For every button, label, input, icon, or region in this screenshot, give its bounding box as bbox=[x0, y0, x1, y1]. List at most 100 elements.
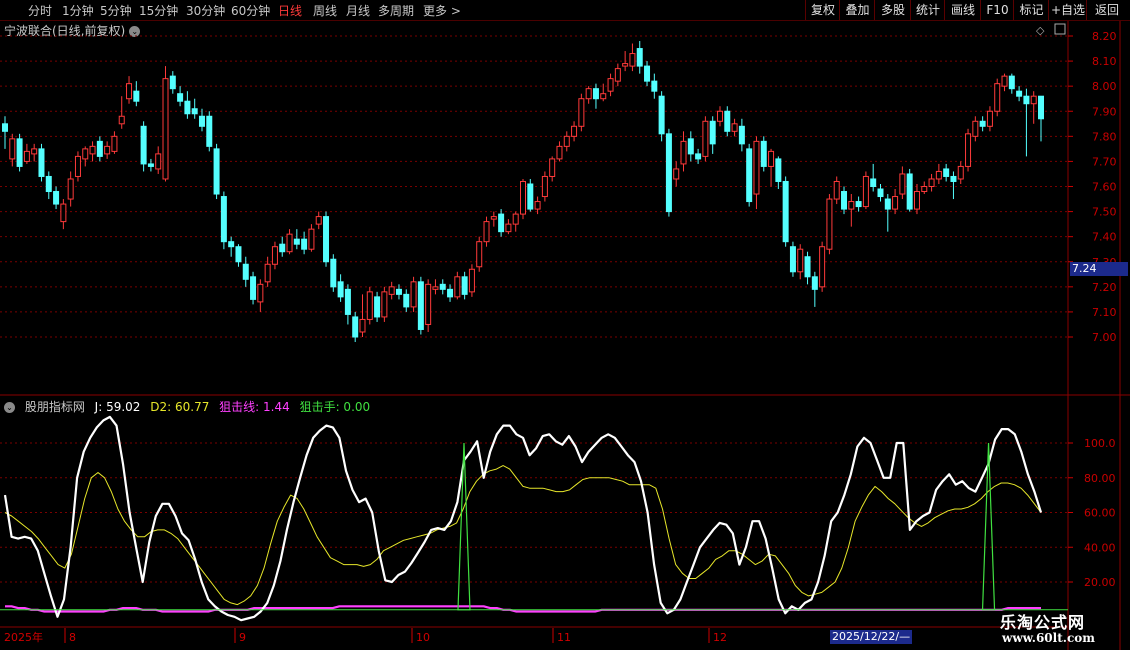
candle-body-133 bbox=[972, 120, 979, 137]
candle-body-141 bbox=[1030, 95, 1037, 105]
candle-body-131 bbox=[957, 165, 964, 180]
candle-body-69 bbox=[505, 223, 512, 233]
candle-body-98 bbox=[716, 110, 723, 122]
price-tick-label-5: 7.70 bbox=[1092, 155, 1117, 168]
candle-body-23 bbox=[169, 75, 176, 90]
sniper-hand-spike-0 bbox=[457, 442, 471, 611]
candle-body-77 bbox=[563, 135, 570, 147]
candle-body-128 bbox=[935, 170, 942, 180]
candle-body-135 bbox=[986, 110, 993, 127]
candle-body-34 bbox=[250, 276, 257, 300]
candle-body-92 bbox=[673, 168, 680, 180]
candle-body-120 bbox=[877, 188, 884, 198]
candle-body-33 bbox=[242, 263, 249, 280]
candle-body-109 bbox=[797, 248, 804, 273]
price-chart[interactable]: 8.208.108.007.907.807.707.607.507.407.30… bbox=[0, 0, 1130, 650]
candle-body-125 bbox=[913, 191, 920, 210]
candle-body-118 bbox=[862, 175, 869, 208]
j-series bbox=[3, 415, 1043, 622]
candle-body-27 bbox=[198, 115, 205, 127]
candle-body-21 bbox=[155, 153, 162, 170]
candle-body-96 bbox=[702, 120, 709, 157]
candle-body-107 bbox=[782, 180, 789, 243]
candle-body-5 bbox=[38, 148, 45, 177]
candle-body-123 bbox=[899, 173, 906, 195]
candle-body-56 bbox=[410, 281, 417, 308]
candle-body-62 bbox=[454, 276, 461, 298]
candle-body-132 bbox=[965, 133, 972, 167]
candle-body-84 bbox=[614, 68, 621, 82]
candle-body-29 bbox=[213, 148, 220, 195]
candle-body-36 bbox=[264, 263, 271, 283]
price-tick-label-10: 7.20 bbox=[1092, 281, 1117, 294]
candle-body-47 bbox=[344, 288, 351, 315]
candle-body-15 bbox=[111, 135, 118, 152]
candle-body-79 bbox=[578, 98, 585, 127]
candle-body-8 bbox=[60, 203, 67, 223]
candle-body-54 bbox=[395, 288, 402, 295]
candle-body-12 bbox=[89, 145, 96, 155]
candle-body-129 bbox=[943, 168, 950, 177]
candle-body-35 bbox=[257, 283, 264, 303]
candle-body-19 bbox=[140, 125, 147, 165]
candle-body-32 bbox=[235, 246, 242, 263]
candle-body-53 bbox=[388, 286, 395, 295]
candle-body-39 bbox=[286, 233, 293, 253]
candle-body-66 bbox=[483, 221, 490, 243]
sniper-line-series bbox=[5, 605, 1041, 613]
candle-body-100 bbox=[731, 123, 738, 132]
candle-body-111 bbox=[811, 276, 818, 290]
candle-body-134 bbox=[979, 120, 986, 127]
price-tick-label-12: 7.00 bbox=[1092, 331, 1117, 344]
date-label-3: 10 bbox=[416, 631, 430, 644]
candle-body-41 bbox=[301, 238, 308, 250]
candle-body-93 bbox=[680, 140, 687, 165]
candle-body-49 bbox=[359, 318, 366, 333]
price-tick-label-4: 7.80 bbox=[1092, 130, 1117, 143]
candle-body-37 bbox=[271, 246, 278, 265]
candle-body-80 bbox=[585, 88, 592, 100]
candle-body-71 bbox=[520, 180, 526, 215]
candle-body-0 bbox=[2, 123, 8, 132]
date-label-2: 9 bbox=[239, 631, 246, 644]
candle-body-78 bbox=[571, 125, 578, 137]
candle-body-86 bbox=[629, 53, 636, 67]
candle-body-68 bbox=[498, 213, 505, 233]
candle-body-65 bbox=[476, 241, 483, 268]
candle-body-63 bbox=[461, 276, 468, 295]
candle-body-89 bbox=[651, 80, 658, 92]
window-icon bbox=[1054, 23, 1066, 35]
candle-body-50 bbox=[366, 291, 373, 320]
candle-body-76 bbox=[556, 145, 563, 160]
candle-body-91 bbox=[665, 133, 672, 213]
ind-tick-label-4: 20.00 bbox=[1084, 576, 1116, 589]
candle-body-16 bbox=[118, 115, 125, 125]
candle-body-11 bbox=[82, 148, 89, 160]
candle-body-31 bbox=[228, 241, 235, 248]
watermark-url: www.60lt.com bbox=[1002, 631, 1095, 645]
candle-body-59 bbox=[432, 286, 439, 290]
d2-series bbox=[4, 465, 1042, 606]
price-tick-label-7: 7.50 bbox=[1092, 206, 1117, 219]
candle-body-25 bbox=[184, 100, 191, 115]
candle-body-108 bbox=[789, 246, 796, 273]
candle-body-24 bbox=[177, 93, 184, 102]
candle-body-115 bbox=[841, 191, 848, 210]
candle-body-26 bbox=[191, 108, 198, 115]
price-tick-label-2: 8.00 bbox=[1092, 80, 1117, 93]
candle-body-42 bbox=[308, 228, 315, 250]
price-tick-label-11: 7.10 bbox=[1092, 306, 1117, 319]
date-label-1: 8 bbox=[69, 631, 76, 644]
candle-body-46 bbox=[337, 281, 344, 298]
candle-body-64 bbox=[468, 268, 475, 293]
candle-body-124 bbox=[906, 173, 913, 210]
candle-body-112 bbox=[819, 246, 826, 288]
candle-body-13 bbox=[96, 140, 103, 157]
candle-body-58 bbox=[425, 283, 432, 325]
candle-body-28 bbox=[206, 115, 213, 147]
candle-body-81 bbox=[592, 88, 599, 100]
candle-body-3 bbox=[23, 150, 30, 162]
candle-body-105 bbox=[768, 150, 775, 167]
candle-body-22 bbox=[162, 78, 169, 180]
candle-body-60 bbox=[439, 283, 446, 290]
